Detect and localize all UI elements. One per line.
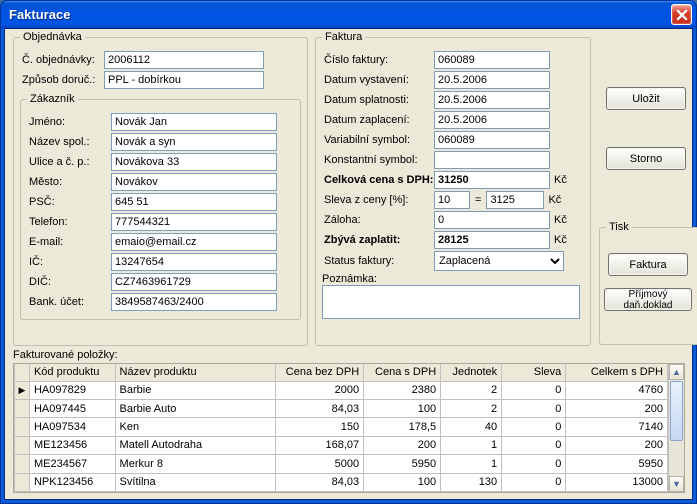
column-header[interactable]: Sleva bbox=[502, 364, 566, 381]
group-objednavka: Objednávka Č. objednávky: Způsob doruč.:… bbox=[13, 31, 308, 346]
unit-kc-2: Kč bbox=[548, 194, 561, 206]
legend-tisk: Tisk bbox=[606, 221, 632, 233]
label-status: Status faktury: bbox=[322, 255, 434, 267]
label-zaplaceni: Datum zaplacení: bbox=[322, 114, 434, 126]
label-zbyva: Zbývá zaplatit: bbox=[322, 234, 434, 246]
close-button[interactable] bbox=[671, 4, 692, 25]
legend-zakaznik: Zákazník bbox=[27, 93, 78, 105]
label-nazev: Název spol.: bbox=[27, 136, 111, 148]
label-eq: = bbox=[475, 194, 481, 206]
input-zaloha[interactable] bbox=[434, 211, 550, 229]
label-dic: DIČ: bbox=[27, 276, 111, 288]
window-title: Fakturace bbox=[9, 7, 671, 22]
label-sleva: Sleva z ceny [%]: bbox=[322, 194, 434, 206]
column-header[interactable]: Název produktu bbox=[115, 364, 275, 381]
scroll-down-icon[interactable]: ▼ bbox=[669, 476, 684, 492]
grid-container: Kód produktuNázev produktuCena bez DPHCe… bbox=[13, 363, 685, 493]
table-row[interactable]: HA097534Ken150178,54007140 bbox=[15, 418, 668, 436]
input-sleva-pct[interactable] bbox=[434, 191, 470, 209]
unit-kc-3: Kč bbox=[554, 214, 567, 226]
input-jmeno[interactable] bbox=[111, 113, 277, 131]
label-ulice: Ulice a č. p.: bbox=[27, 156, 111, 168]
input-email[interactable] bbox=[111, 233, 277, 251]
label-varsym: Variabilní symbol: bbox=[322, 134, 434, 146]
save-button[interactable]: Uložit bbox=[606, 87, 686, 110]
label-zpusob: Způsob doruč.: bbox=[20, 74, 104, 86]
input-ulice[interactable] bbox=[111, 153, 277, 171]
label-mesto: Město: bbox=[27, 176, 111, 188]
input-ic[interactable] bbox=[111, 253, 277, 271]
label-c-obj: Č. objednávky: bbox=[20, 54, 104, 66]
input-bank[interactable] bbox=[111, 293, 277, 311]
client-area: Objednávka Č. objednávky: Způsob doruč.:… bbox=[4, 28, 693, 500]
grid-scrollbar[interactable]: ▲ ▼ bbox=[668, 364, 684, 492]
column-header[interactable]: Kód produktu bbox=[29, 364, 115, 381]
label-poznamka: Poznámka: bbox=[322, 273, 377, 285]
input-tel[interactable] bbox=[111, 213, 277, 231]
label-email: E-mail: bbox=[27, 236, 111, 248]
table-row[interactable]: HA097445Barbie Auto84,0310020200 bbox=[15, 399, 668, 417]
column-header[interactable]: Cena bez DPH bbox=[276, 364, 364, 381]
label-jmeno: Jméno: bbox=[27, 116, 111, 128]
cancel-button[interactable]: Storno bbox=[606, 147, 686, 170]
column-header[interactable]: Cena s DPH bbox=[364, 364, 441, 381]
label-polozky: Fakturované položky: bbox=[13, 349, 118, 361]
table-row[interactable]: ME234567Merkur 850005950105950 bbox=[15, 455, 668, 473]
label-ic: IČ: bbox=[27, 256, 111, 268]
scroll-thumb[interactable] bbox=[670, 381, 683, 441]
column-header[interactable]: Jednotek bbox=[441, 364, 502, 381]
input-zpusob[interactable] bbox=[104, 71, 264, 89]
legend-objednavka: Objednávka bbox=[20, 31, 85, 43]
input-varsym[interactable] bbox=[434, 131, 550, 149]
input-nazev[interactable] bbox=[111, 133, 277, 151]
titlebar[interactable]: Fakturace bbox=[1, 1, 696, 28]
close-icon bbox=[676, 9, 688, 21]
scroll-up-icon[interactable]: ▲ bbox=[669, 364, 684, 380]
input-konstsym[interactable] bbox=[434, 151, 550, 169]
input-psc[interactable] bbox=[111, 193, 277, 211]
table-row[interactable]: ME123456Matell Autodraha168,0720010200 bbox=[15, 436, 668, 454]
label-splatnost: Datum splatnosti: bbox=[322, 94, 434, 106]
print-receipt-button[interactable]: Příjmový daň.doklad bbox=[604, 288, 692, 311]
label-psc: PSČ: bbox=[27, 196, 111, 208]
input-c-obj[interactable] bbox=[104, 51, 264, 69]
label-konstsym: Konstantní symbol: bbox=[322, 154, 434, 166]
textarea-poznamka[interactable] bbox=[322, 285, 580, 319]
label-cena: Celková cena s DPH: bbox=[322, 174, 434, 186]
column-header[interactable]: Celkem s DPH bbox=[566, 364, 668, 381]
input-cena[interactable] bbox=[434, 171, 550, 189]
input-zaplaceni[interactable] bbox=[434, 111, 550, 129]
label-vystaveni: Datum vystavení: bbox=[322, 74, 434, 86]
unit-kc-1: Kč bbox=[554, 174, 567, 186]
label-bank: Bank. účet: bbox=[27, 296, 111, 308]
label-tel: Telefon: bbox=[27, 216, 111, 228]
unit-kc-4: Kč bbox=[554, 234, 567, 246]
input-sleva-val[interactable] bbox=[486, 191, 544, 209]
label-cislo: Číslo faktury: bbox=[322, 54, 434, 66]
input-vystaveni[interactable] bbox=[434, 71, 550, 89]
input-mesto[interactable] bbox=[111, 173, 277, 191]
select-status[interactable]: Zaplacená bbox=[434, 251, 564, 271]
print-invoice-button[interactable]: Faktura bbox=[608, 253, 688, 276]
input-dic[interactable] bbox=[111, 273, 277, 291]
input-zbyva[interactable] bbox=[434, 231, 550, 249]
input-splatnost[interactable] bbox=[434, 91, 550, 109]
group-zakaznik: Zákazník Jméno: Název spol.: Ulice a č. … bbox=[20, 93, 301, 320]
group-faktura: Faktura Číslo faktury: Datum vystavení: … bbox=[315, 31, 591, 346]
legend-faktura: Faktura bbox=[322, 31, 365, 43]
items-grid[interactable]: Kód produktuNázev produktuCena bez DPHCe… bbox=[14, 364, 668, 492]
input-cislo[interactable] bbox=[434, 51, 550, 69]
app-window: Fakturace Objednávka Č. objednávky: Způs… bbox=[0, 0, 697, 504]
group-tisk: Tisk Faktura Příjmový daň.doklad bbox=[599, 221, 697, 345]
label-zaloha: Záloha: bbox=[322, 214, 434, 226]
table-row[interactable]: NPK123456Svítilna84,03100130013000 bbox=[15, 473, 668, 491]
table-row[interactable]: ▶HA097829Barbie20002380204760 bbox=[15, 381, 668, 399]
